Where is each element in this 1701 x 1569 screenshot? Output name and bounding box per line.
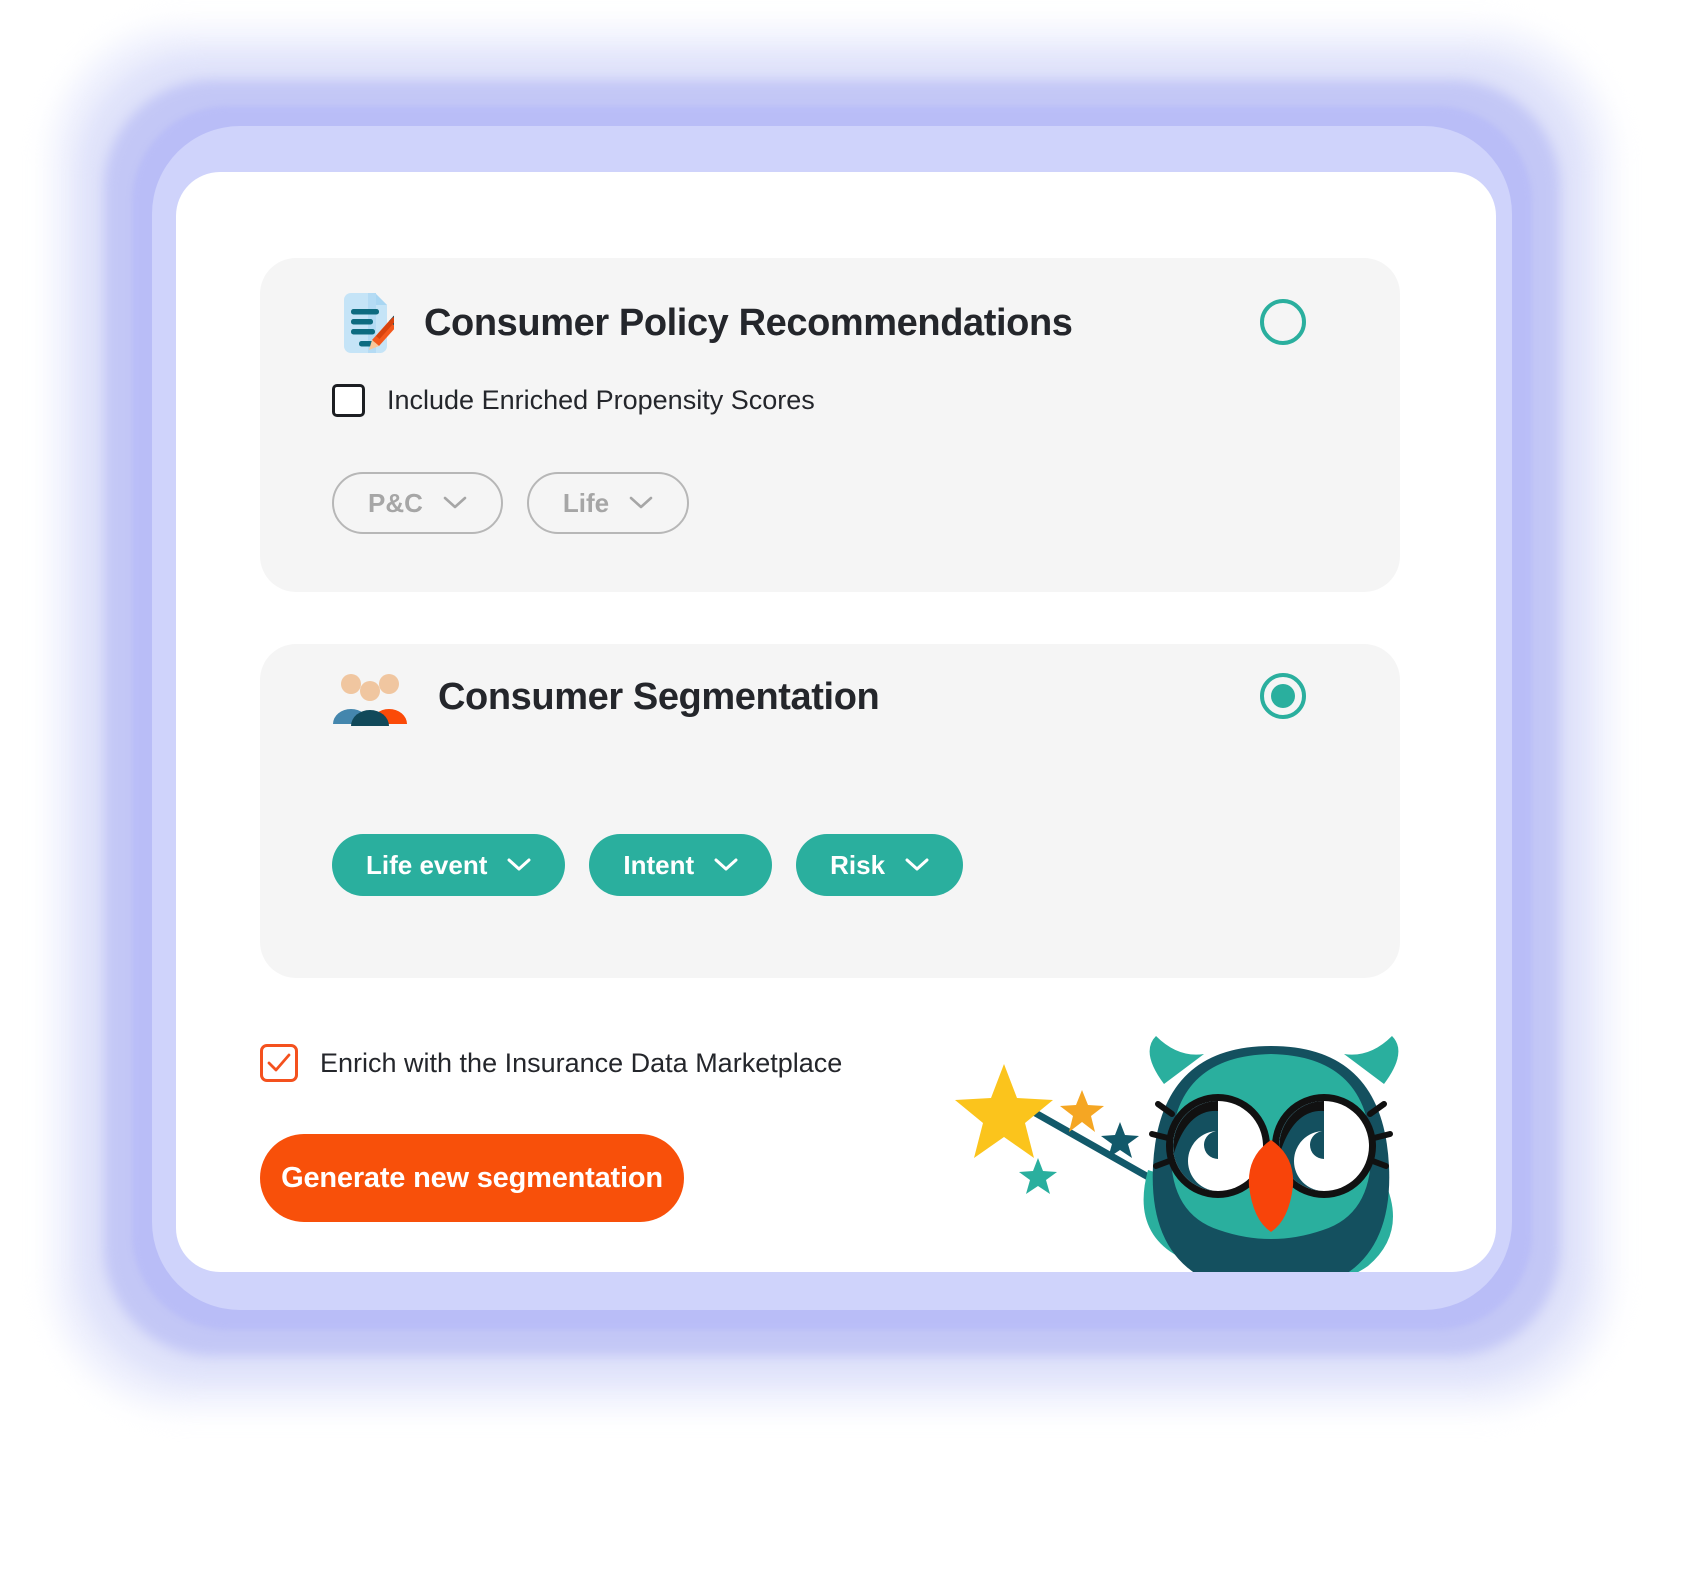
- pill-risk-dropdown[interactable]: Risk: [796, 834, 964, 896]
- propensity-scores-checkbox-row[interactable]: Include Enriched Propensity Scores: [332, 384, 815, 417]
- chevron-down-icon: [905, 858, 929, 871]
- segmentation-filter-pills: Life event Intent Risk: [332, 834, 964, 896]
- generate-new-segmentation-button[interactable]: Generate new segmentation: [260, 1134, 684, 1222]
- enrich-marketplace-checkbox-row[interactable]: Enrich with the Insurance Data Marketpla…: [260, 1044, 842, 1082]
- card-header-policy: Consumer Policy Recommendations: [332, 292, 1073, 354]
- card-header-segmentation: Consumer Segmentation: [332, 666, 880, 728]
- propensity-scores-label: Include Enriched Propensity Scores: [387, 385, 815, 415]
- radio-selected-dot: [1271, 684, 1295, 708]
- checkmark-icon: [267, 1053, 291, 1072]
- radio-consumer-segmentation[interactable]: [1260, 673, 1306, 719]
- chevron-down-icon: [507, 858, 531, 871]
- pill-intent-dropdown[interactable]: Intent: [589, 834, 773, 896]
- policy-filter-pills: P&C Life: [332, 472, 690, 534]
- pill-pc-label: P&C: [368, 487, 423, 518]
- people-group-icon: [332, 666, 408, 728]
- pill-life-event-dropdown[interactable]: Life event: [332, 834, 566, 896]
- radio-policy-recommendations[interactable]: [1260, 299, 1306, 345]
- option-card-consumer-segmentation[interactable]: Consumer Segmentation Life event Intent: [260, 644, 1400, 978]
- enrich-marketplace-checkbox[interactable]: [260, 1044, 298, 1082]
- pill-life-dropdown[interactable]: Life: [526, 472, 690, 534]
- chevron-down-icon: [443, 496, 467, 509]
- pill-pc-dropdown[interactable]: P&C: [332, 472, 503, 534]
- pill-risk-label: Risk: [830, 849, 886, 880]
- enrich-marketplace-label: Enrich with the Insurance Data Marketpla…: [320, 1047, 843, 1078]
- main-panel: Consumer Policy Recommendations Include …: [176, 172, 1496, 1272]
- card-title-segmentation: Consumer Segmentation: [438, 675, 880, 718]
- screenshot-root: Consumer Policy Recommendations Include …: [0, 0, 1701, 1569]
- option-card-policy-recommendations[interactable]: Consumer Policy Recommendations Include …: [260, 258, 1400, 592]
- propensity-scores-checkbox[interactable]: [332, 384, 365, 417]
- pill-intent-label: Intent: [623, 849, 695, 880]
- pill-life-label: Life: [562, 487, 610, 518]
- pill-life-event-label: Life event: [366, 849, 488, 880]
- owl-mascot-illustration: [932, 992, 1462, 1272]
- chevron-down-icon: [714, 858, 738, 871]
- chevron-down-icon: [629, 496, 653, 509]
- card-title-policy: Consumer Policy Recommendations: [424, 301, 1073, 344]
- document-pencil-icon: [332, 292, 394, 354]
